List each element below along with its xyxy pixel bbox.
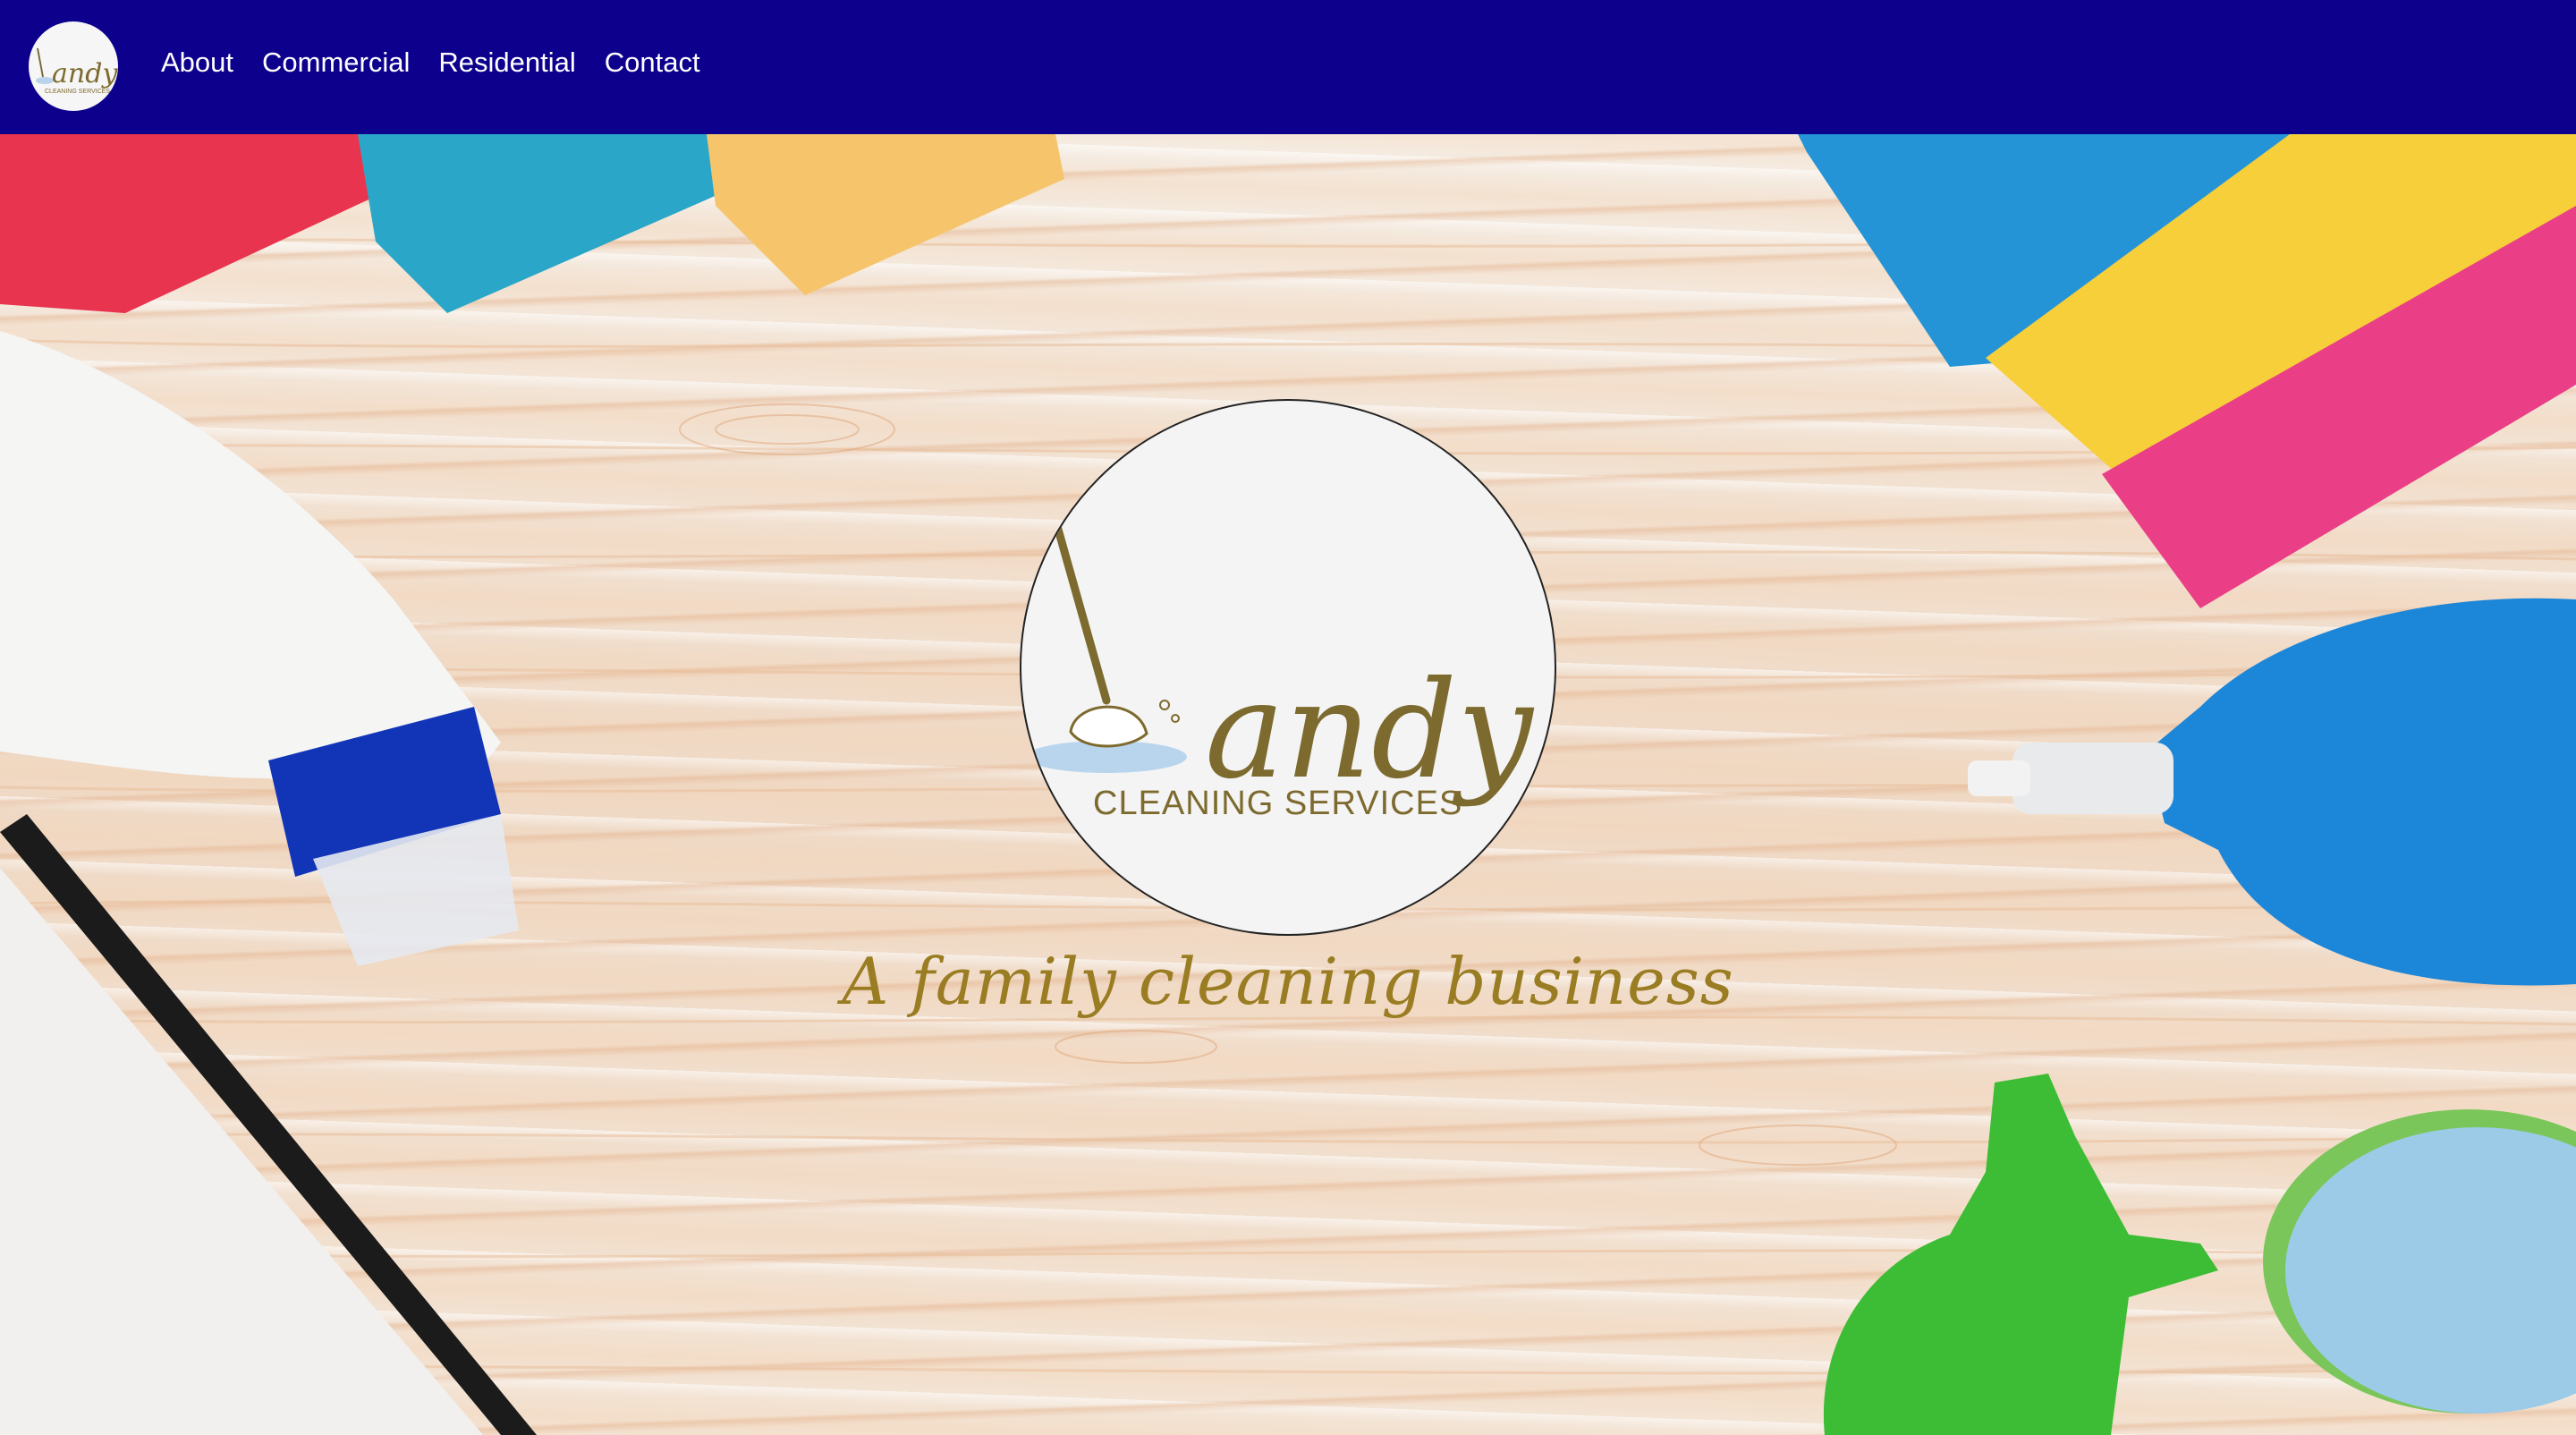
center-logo-image: andy CLEANING SERVICES [1026,522,1535,822]
mop-icon [1053,522,1111,705]
nav-links: About Commercial Residential Contact [161,47,700,79]
top-navbar: andy CLEANING SERVICES About Commercial … [0,0,2576,134]
nav-logo-image: andy CLEANING SERVICES [36,47,118,95]
nav-link-contact[interactable]: Contact [605,47,700,79]
center-logo: andy CLEANING SERVICES [1020,399,1556,936]
nav-logo-wordmark: andy [52,58,118,89]
nav-logo[interactable]: andy CLEANING SERVICES [29,21,118,111]
tagline: A family cleaning business [842,944,1734,1019]
hero-section: andy CLEANING SERVICES A family cleaning… [0,134,2576,1435]
nav-link-about[interactable]: About [161,47,233,79]
nav-link-residential[interactable]: Residential [438,47,575,79]
logo-subtitle: CLEANING SERVICES [1093,785,1462,822]
nav-logo-subtitle: CLEANING SERVICES [45,89,110,95]
nav-link-commercial[interactable]: Commercial [262,47,410,79]
